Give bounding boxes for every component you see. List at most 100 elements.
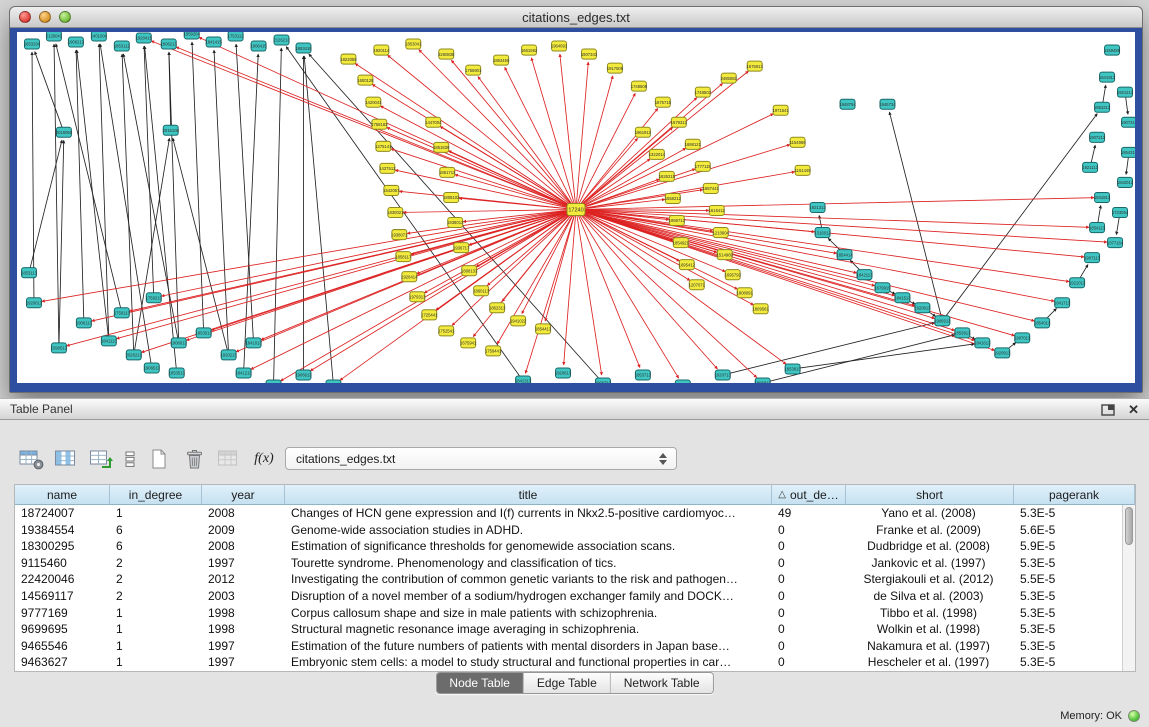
graph-node[interactable]: 1921313 bbox=[809, 202, 826, 212]
graph-node[interactable]: 1920513 bbox=[265, 380, 282, 383]
column-header-title[interactable]: title bbox=[285, 485, 772, 505]
graph-node[interactable]: 1806213 bbox=[161, 39, 178, 49]
graph-node[interactable]: 1679919 bbox=[874, 283, 891, 293]
graph-node[interactable]: 1841913 bbox=[1099, 72, 1116, 82]
graph-node[interactable]: 1906013 bbox=[171, 338, 188, 348]
graph-node[interactable]: 1920013 bbox=[26, 298, 43, 308]
tab-network-table[interactable]: Network Table bbox=[610, 673, 713, 693]
window-titlebar[interactable]: citations_edges.txt bbox=[10, 7, 1142, 28]
graph-node[interactable]: 1322014 bbox=[649, 149, 666, 159]
column-header-year[interactable]: year bbox=[202, 485, 285, 505]
network-canvas[interactable]: 1853204212604119062131401004185311219204… bbox=[17, 32, 1135, 383]
graph-node[interactable]: 1759213 bbox=[146, 293, 163, 303]
tab-edge-table[interactable]: Edge Table bbox=[523, 673, 610, 693]
graph-node[interactable]: 1906113 bbox=[76, 318, 93, 328]
row-options-button[interactable] bbox=[123, 445, 137, 473]
graph-node[interactable]: 1959713 bbox=[669, 216, 686, 226]
graph-node[interactable]: 1851839 bbox=[433, 142, 450, 152]
graph-node[interactable]: 1854414 bbox=[836, 250, 853, 260]
table-row[interactable]: 946362711997Embryonic stem cells: a mode… bbox=[15, 654, 1122, 671]
table-row[interactable]: 969969511998Structural magnetic resonanc… bbox=[15, 621, 1122, 638]
graph-node[interactable]: 1154969 bbox=[790, 137, 807, 147]
graph-node[interactable]: 1077164 bbox=[1107, 238, 1124, 248]
merge-tables-button[interactable] bbox=[216, 445, 242, 473]
scrollbar-thumb[interactable] bbox=[1125, 507, 1133, 545]
zoom-button[interactable] bbox=[59, 11, 71, 23]
graph-node[interactable]: 1906513 bbox=[144, 363, 161, 373]
graph-hub-node[interactable]: 17240 bbox=[567, 203, 585, 215]
graph-node[interactable]: 1920713 bbox=[715, 370, 732, 380]
graph-node[interactable]: 1207071 bbox=[689, 280, 706, 290]
graph-node[interactable]: 1752541 bbox=[438, 326, 455, 336]
graph-node[interactable]: 1946734 bbox=[879, 99, 896, 109]
graph-node[interactable]: 1753112 bbox=[228, 32, 245, 41]
table-row[interactable]: 1872400712008Changes of HCN gene express… bbox=[15, 505, 1122, 522]
graph-node[interactable]: 1841813 bbox=[1094, 192, 1111, 202]
graph-node[interactable]: 1854113 bbox=[1089, 223, 1106, 233]
graph-node[interactable]: 1590513 bbox=[51, 343, 68, 353]
graph-node[interactable]: 1748503 bbox=[695, 87, 712, 97]
graph-node[interactable]: 2026213 bbox=[126, 350, 143, 360]
graph-node[interactable]: 1159489 bbox=[1104, 45, 1121, 55]
graph-node[interactable]: 1906713 bbox=[595, 378, 612, 383]
graph-node[interactable]: 1907213 bbox=[1089, 132, 1106, 142]
function-builder-button[interactable]: f(x) bbox=[251, 445, 277, 473]
graph-node[interactable]: 1841415 bbox=[206, 37, 223, 47]
table-row[interactable]: 2242004622012Investigating the contribut… bbox=[15, 571, 1122, 588]
graph-node[interactable]: 1675913 bbox=[747, 61, 764, 71]
graph-node[interactable]: 1906213 bbox=[68, 37, 85, 47]
graph-node[interactable]: 1427512 bbox=[379, 163, 396, 173]
graph-node[interactable]: 1906415 bbox=[250, 41, 267, 51]
graph-node[interactable]: 1808102 bbox=[443, 192, 460, 202]
graph-node[interactable]: 2126041 bbox=[46, 32, 63, 41]
graph-node[interactable]: 1275141 bbox=[375, 141, 392, 151]
graph-node[interactable]: 1907013 bbox=[1014, 333, 1031, 343]
graph-node[interactable]: 1514969 bbox=[717, 250, 734, 260]
graph-node[interactable]: 1920913 bbox=[994, 348, 1011, 358]
graph-node[interactable]: 1808133 bbox=[461, 266, 478, 276]
graph-node[interactable]: 1907113 bbox=[1084, 253, 1101, 263]
graph-node[interactable]: 1854013 bbox=[1034, 318, 1051, 328]
graph-node[interactable]: 1948794 bbox=[839, 99, 856, 109]
graph-node[interactable]: 1971541 bbox=[772, 105, 789, 115]
graph-node[interactable]: 1447004 bbox=[425, 117, 442, 127]
graph-node[interactable]: 1755901 bbox=[465, 65, 482, 75]
graph-node[interactable]: 1853913 bbox=[954, 328, 971, 338]
graph-node[interactable]: 1542057 bbox=[383, 185, 400, 195]
graph-node[interactable]: 1777115 bbox=[695, 161, 712, 171]
graph-node[interactable]: 2126213 bbox=[273, 35, 290, 45]
graph-node[interactable]: 1921013 bbox=[1069, 278, 1086, 288]
graph-node[interactable]: 1917509 bbox=[607, 63, 624, 73]
memory-indicator[interactable] bbox=[1128, 710, 1140, 722]
close-button[interactable] bbox=[19, 11, 31, 23]
graph-node[interactable]: 1853013 bbox=[196, 328, 213, 338]
graph-node[interactable]: 1210604 bbox=[713, 228, 730, 238]
graph-node[interactable]: 1675715 bbox=[655, 97, 672, 107]
new-table-button[interactable] bbox=[18, 445, 44, 473]
graph-node[interactable]: 1626215 bbox=[659, 171, 676, 181]
delete-column-button[interactable] bbox=[181, 445, 207, 473]
import-table-button[interactable] bbox=[88, 445, 114, 473]
column-header-short[interactable]: short bbox=[846, 485, 1014, 505]
close-panel-icon[interactable]: ✕ bbox=[1128, 403, 1139, 416]
graph-node[interactable]: 1964091 bbox=[551, 41, 568, 51]
graph-node[interactable]: 1853112 bbox=[114, 41, 131, 51]
graph-node[interactable]: 1863459 bbox=[493, 55, 510, 65]
graph-node[interactable]: 2016050 bbox=[56, 127, 73, 137]
graph-node[interactable]: 1853513 bbox=[169, 368, 186, 378]
graph-node[interactable]: 1695412 bbox=[679, 260, 696, 270]
graph-node[interactable]: 1661592 bbox=[521, 45, 538, 55]
graph-node[interactable]: 1841513 bbox=[894, 293, 911, 303]
graph-node[interactable]: 1854313 bbox=[1121, 147, 1135, 157]
float-panel-icon[interactable] bbox=[1101, 403, 1116, 416]
graph-node[interactable]: 1979313 bbox=[409, 292, 426, 302]
graph-node[interactable]: 1936717 bbox=[453, 243, 470, 253]
graph-node[interactable]: 1959204 bbox=[184, 32, 201, 39]
graph-node[interactable]: 1695793 bbox=[725, 270, 742, 280]
graph-node[interactable]: 1316012 bbox=[814, 228, 831, 238]
graph-node[interactable]: 1808091 bbox=[737, 288, 754, 298]
graph-node[interactable]: 1853613 bbox=[325, 380, 342, 383]
graph-node[interactable]: 1920813 bbox=[914, 303, 931, 313]
graph-node[interactable]: 1906913 bbox=[934, 316, 951, 326]
graph-node[interactable]: 1860113 bbox=[473, 286, 490, 296]
